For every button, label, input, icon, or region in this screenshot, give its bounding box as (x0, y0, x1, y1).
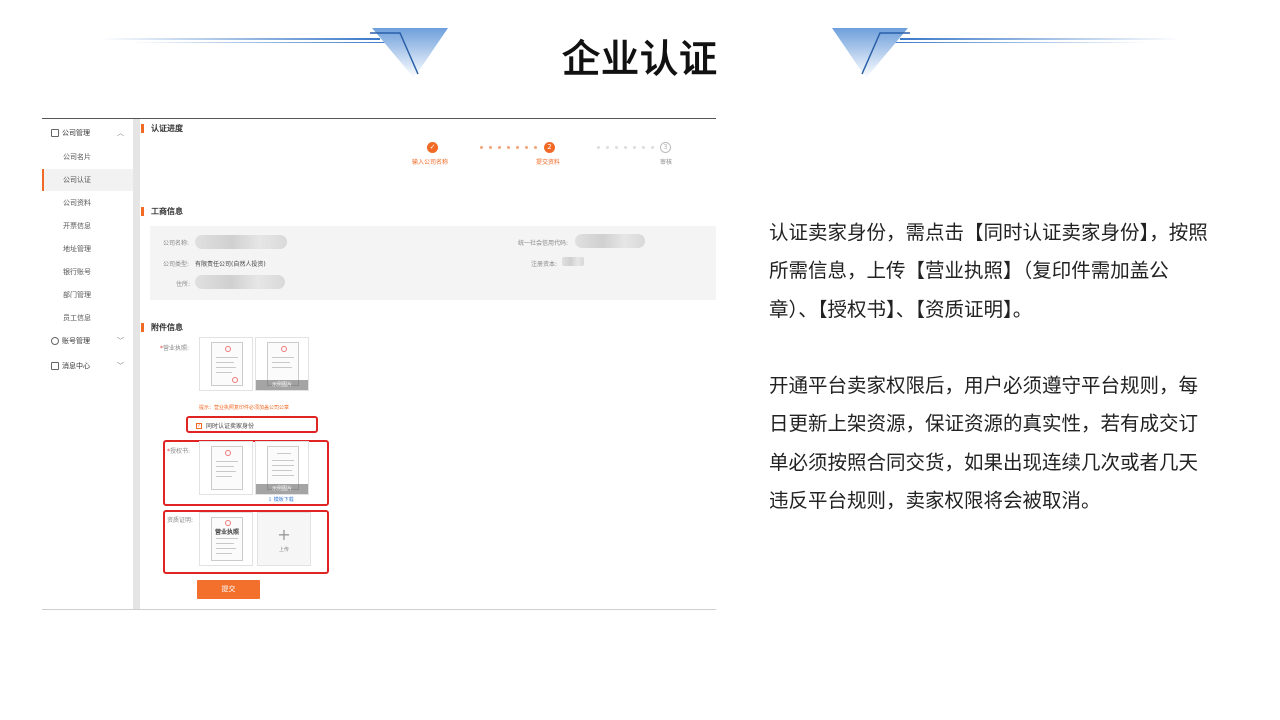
sidebar-item-label: 账号管理 (62, 337, 90, 345)
qualification-upload-button[interactable]: + 上传 (257, 512, 311, 566)
document-icon (51, 129, 59, 137)
sidebar-item-company-cert[interactable]: 公司认证 (42, 169, 133, 191)
company-type-label: 公司类型: (163, 261, 190, 268)
seal-icon (225, 346, 231, 352)
auth-upload-thumb[interactable] (199, 441, 253, 495)
document-title: 营业执照 (214, 529, 239, 536)
step-connector (597, 146, 654, 149)
section-marker (141, 124, 144, 133)
business-info-title: 工商信息 (151, 207, 183, 216)
blurred-address (195, 275, 285, 289)
sidebar-item-staff[interactable]: 员工信息 (42, 307, 133, 329)
example-caption: 示例图片 (256, 380, 308, 390)
seal-icon (281, 346, 287, 352)
blurred-company-name (195, 235, 287, 249)
sidebar-item-invoice[interactable]: 开票信息 (42, 215, 133, 237)
auth-document-image (211, 446, 243, 490)
ui-screenshot: 公司管理 ︿ 公司名片 公司认证 公司资料 开票信息 地址管理 银行账号 部门管… (42, 118, 716, 610)
sidebar-item-bank[interactable]: 银行账号 (42, 261, 133, 283)
stamp-icon (232, 377, 238, 383)
auth-example-thumb[interactable]: 示例图片 (255, 441, 309, 495)
license-label-text: 营业执照: (163, 345, 190, 352)
section-marker (141, 207, 144, 216)
sidebar-item-label: 公司认证 (63, 176, 91, 184)
step-3-label: 审核 (660, 159, 673, 166)
company-type-value: 有限责任公司(自然人投资) (195, 261, 266, 268)
qualification-document-image: 营业执照 (211, 517, 243, 561)
qualification-upload-thumb[interactable]: 营业执照 (199, 512, 253, 566)
main-content: 认证进度 ✓ 输入公司名称 2 提交资料 3 审核 工商信息 公司名称: 公司类… (140, 119, 716, 609)
chevron-down-icon: ﹀ (117, 362, 124, 370)
instruction-paragraph-2: 开通平台卖家权限后，用户必须遵守平台规则，每日更新上架资源，保证资源的真实性，若… (769, 374, 1199, 513)
chevron-down-icon: ﹀ (117, 337, 124, 345)
sidebar-item-company-mgmt[interactable]: 公司管理 ︿ (42, 122, 133, 144)
progress-title: 认证进度 (151, 124, 183, 133)
plus-icon: + (277, 525, 291, 544)
sidebar-item-address[interactable]: 地址管理 (42, 238, 133, 260)
sidebar-item-messages[interactable]: 消息中心 ﹀ (42, 355, 133, 377)
sidebar-item-label: 消息中心 (62, 362, 90, 370)
sidebar-item-label: 部门管理 (63, 291, 91, 299)
step-3-badge: 3 (660, 142, 671, 153)
attachments-title: 附件信息 (151, 323, 183, 332)
sidebar-item-label: 地址管理 (63, 245, 91, 253)
step-2-label: 提交资料 (536, 159, 561, 166)
sidebar-item-label: 银行账号 (63, 268, 91, 276)
address-label: 住所: (176, 281, 191, 288)
example-caption: 示例图片 (256, 484, 308, 494)
business-info-panel: 公司名称: 公司类型: 有限责任公司(自然人投资) 住所: 统一社会信用代码: … (150, 226, 716, 300)
sidebar-item-label: 公司资料 (63, 199, 91, 207)
step-2-badge: 2 (544, 142, 555, 153)
section-marker (141, 323, 144, 332)
template-download-link[interactable]: ⇩ 模板下载 (268, 496, 294, 503)
blurred-capital (562, 257, 584, 266)
auth-label: *授权书: (167, 446, 190, 455)
step-1-check-icon: ✓ (427, 142, 438, 153)
capital-label: 注册资本: (531, 261, 558, 268)
seller-cert-checkbox[interactable]: ✓ 同时认证卖家身份 (196, 421, 254, 430)
license-document-image (211, 342, 243, 386)
seal-icon (225, 520, 231, 526)
sidebar-item-label: 公司名片 (63, 153, 91, 161)
sidebar-item-company-card[interactable]: 公司名片 (42, 146, 133, 168)
sidebar-separator (133, 119, 140, 609)
submit-button[interactable]: 提交 (197, 580, 260, 599)
checkbox-label: 同时认证卖家身份 (206, 423, 255, 430)
sidebar-item-label: 公司管理 (62, 129, 90, 137)
template-download-label: 模板下载 (273, 497, 294, 503)
qualification-label: 资质证明: (167, 517, 194, 524)
message-icon (51, 362, 59, 370)
auth-label-text: 授权书: (170, 448, 191, 455)
page-title: 企业认证 (561, 37, 718, 81)
blurred-credit-code (575, 234, 645, 248)
license-hint: 提示：营业执照复印件必须加盖公司公章 (199, 405, 290, 411)
checkbox-checked-icon: ✓ (196, 422, 202, 429)
company-name-label: 公司名称: (163, 240, 190, 247)
sidebar-item-label: 开票信息 (63, 222, 91, 230)
license-example-thumb[interactable]: 示例图片 (255, 337, 309, 391)
upload-label: 上传 (278, 547, 289, 553)
sidebar-item-company-data[interactable]: 公司资料 (42, 192, 133, 214)
license-label: *营业执照: (160, 343, 189, 352)
step-connector (480, 146, 537, 149)
instruction-paragraph-1: 认证卖家身份，需点击【同时认证卖家身份】，按照所需信息，上传【营业执照】（复印件… (769, 221, 1208, 321)
license-upload-thumb[interactable] (199, 337, 253, 391)
chevron-up-icon: ︿ (117, 129, 124, 137)
sidebar-item-account-mgmt[interactable]: 账号管理 ﹀ (42, 330, 133, 352)
seal-icon (225, 450, 231, 456)
sidebar-item-label: 员工信息 (63, 314, 91, 322)
sidebar: 公司管理 ︿ 公司名片 公司认证 公司资料 开票信息 地址管理 银行账号 部门管… (42, 119, 133, 609)
user-icon (51, 337, 59, 345)
credit-code-label: 统一社会信用代码: (518, 240, 569, 247)
sidebar-item-department[interactable]: 部门管理 (42, 284, 133, 306)
step-1-label: 输入公司名称 (412, 159, 449, 166)
